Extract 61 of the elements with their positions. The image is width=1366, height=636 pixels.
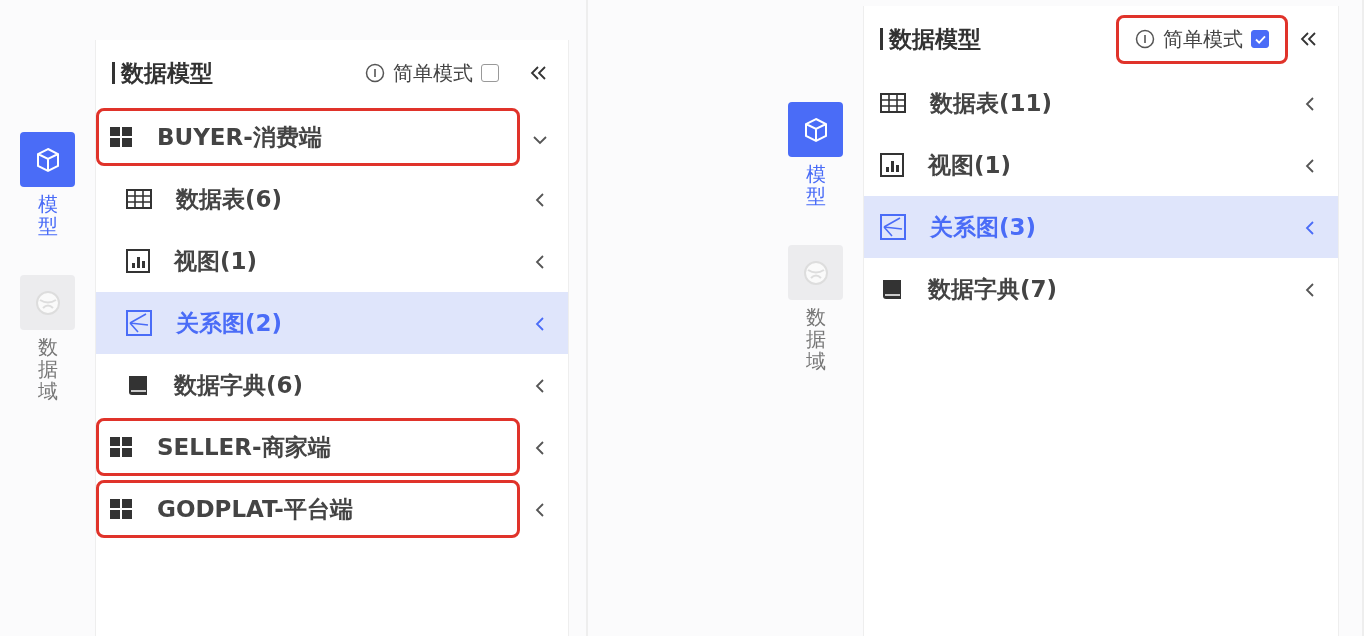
rail-label: 模型 (37, 193, 58, 237)
tree-item[interactable]: 数据表(6) (96, 168, 568, 230)
rail-label: 数据域 (37, 336, 58, 402)
book-icon (880, 277, 904, 301)
tree-item[interactable]: 视图(1) (864, 134, 1338, 196)
item-label: 视图(1) (928, 150, 1012, 180)
check-icon (1254, 34, 1266, 44)
tree-group[interactable]: GODPLAT-平台端 (96, 478, 568, 540)
item-label: 关系图(2) (176, 308, 283, 338)
checkbox[interactable] (1251, 30, 1269, 48)
checkbox[interactable] (481, 64, 499, 82)
table-icon (880, 93, 906, 113)
chevron-left-icon[interactable] (1305, 96, 1315, 111)
group-label: GODPLAT-平台端 (157, 494, 353, 524)
book-icon (126, 373, 150, 397)
tree-item[interactable]: 数据字典(7) (864, 258, 1338, 320)
double-chevron-left-icon (1300, 32, 1318, 46)
rail-button[interactable] (20, 132, 75, 187)
chevron-left-icon[interactable] (535, 378, 545, 393)
chevron-left-icon[interactable] (535, 192, 545, 207)
item-label: 视图(1) (174, 246, 258, 276)
item-label: 数据字典(7) (928, 274, 1058, 304)
chevron-left-icon[interactable] (535, 502, 545, 517)
chevron-down-icon[interactable] (533, 134, 547, 145)
panel-title: 数据模型 (112, 62, 338, 84)
rail-label: 数据域 (805, 306, 826, 372)
tree-group[interactable]: BUYER-消费端 (96, 106, 568, 168)
tree-item[interactable]: 关系图(2) (96, 292, 568, 354)
table-icon (126, 189, 152, 209)
tree-item[interactable]: 视图(1) (96, 230, 568, 292)
rail-label: 模型 (805, 163, 826, 207)
chevron-left-icon[interactable] (1305, 220, 1315, 235)
bar-chart-icon (880, 153, 904, 177)
rail-button[interactable] (788, 102, 843, 157)
chevron-left-icon[interactable] (535, 316, 545, 331)
tree-item[interactable]: 数据字典(6) (96, 354, 568, 416)
item-label: 数据表(11) (930, 88, 1053, 118)
chevron-left-icon[interactable] (535, 254, 545, 269)
diagram-icon (126, 310, 152, 336)
chevron-left-icon[interactable] (1305, 158, 1315, 173)
grid-icon (109, 125, 133, 149)
grid-icon (109, 435, 133, 459)
item-label: 关系图(3) (930, 212, 1037, 242)
tree-item[interactable]: 数据表(11) (864, 72, 1338, 134)
bar-chart-icon (126, 249, 150, 273)
simple-mode-label: 简单模式 (1163, 25, 1243, 53)
item-label: 数据字典(6) (174, 370, 304, 400)
simple-mode-label: 简单模式 (393, 59, 473, 87)
info-icon (365, 63, 385, 83)
double-chevron-left-icon (530, 66, 548, 80)
group-label: BUYER-消费端 (157, 122, 322, 152)
panel-title: 数据模型 (880, 28, 1108, 50)
item-label: 数据表(6) (176, 184, 283, 214)
info-icon (1135, 29, 1155, 49)
group-label: SELLER-商家端 (157, 432, 331, 462)
tree-item[interactable]: 关系图(3) (864, 196, 1338, 258)
chevron-left-icon[interactable] (1305, 282, 1315, 297)
chevron-left-icon[interactable] (535, 440, 545, 455)
tree-group[interactable]: SELLER-商家端 (96, 416, 568, 478)
grid-icon (109, 497, 133, 521)
diagram-icon (880, 214, 906, 240)
